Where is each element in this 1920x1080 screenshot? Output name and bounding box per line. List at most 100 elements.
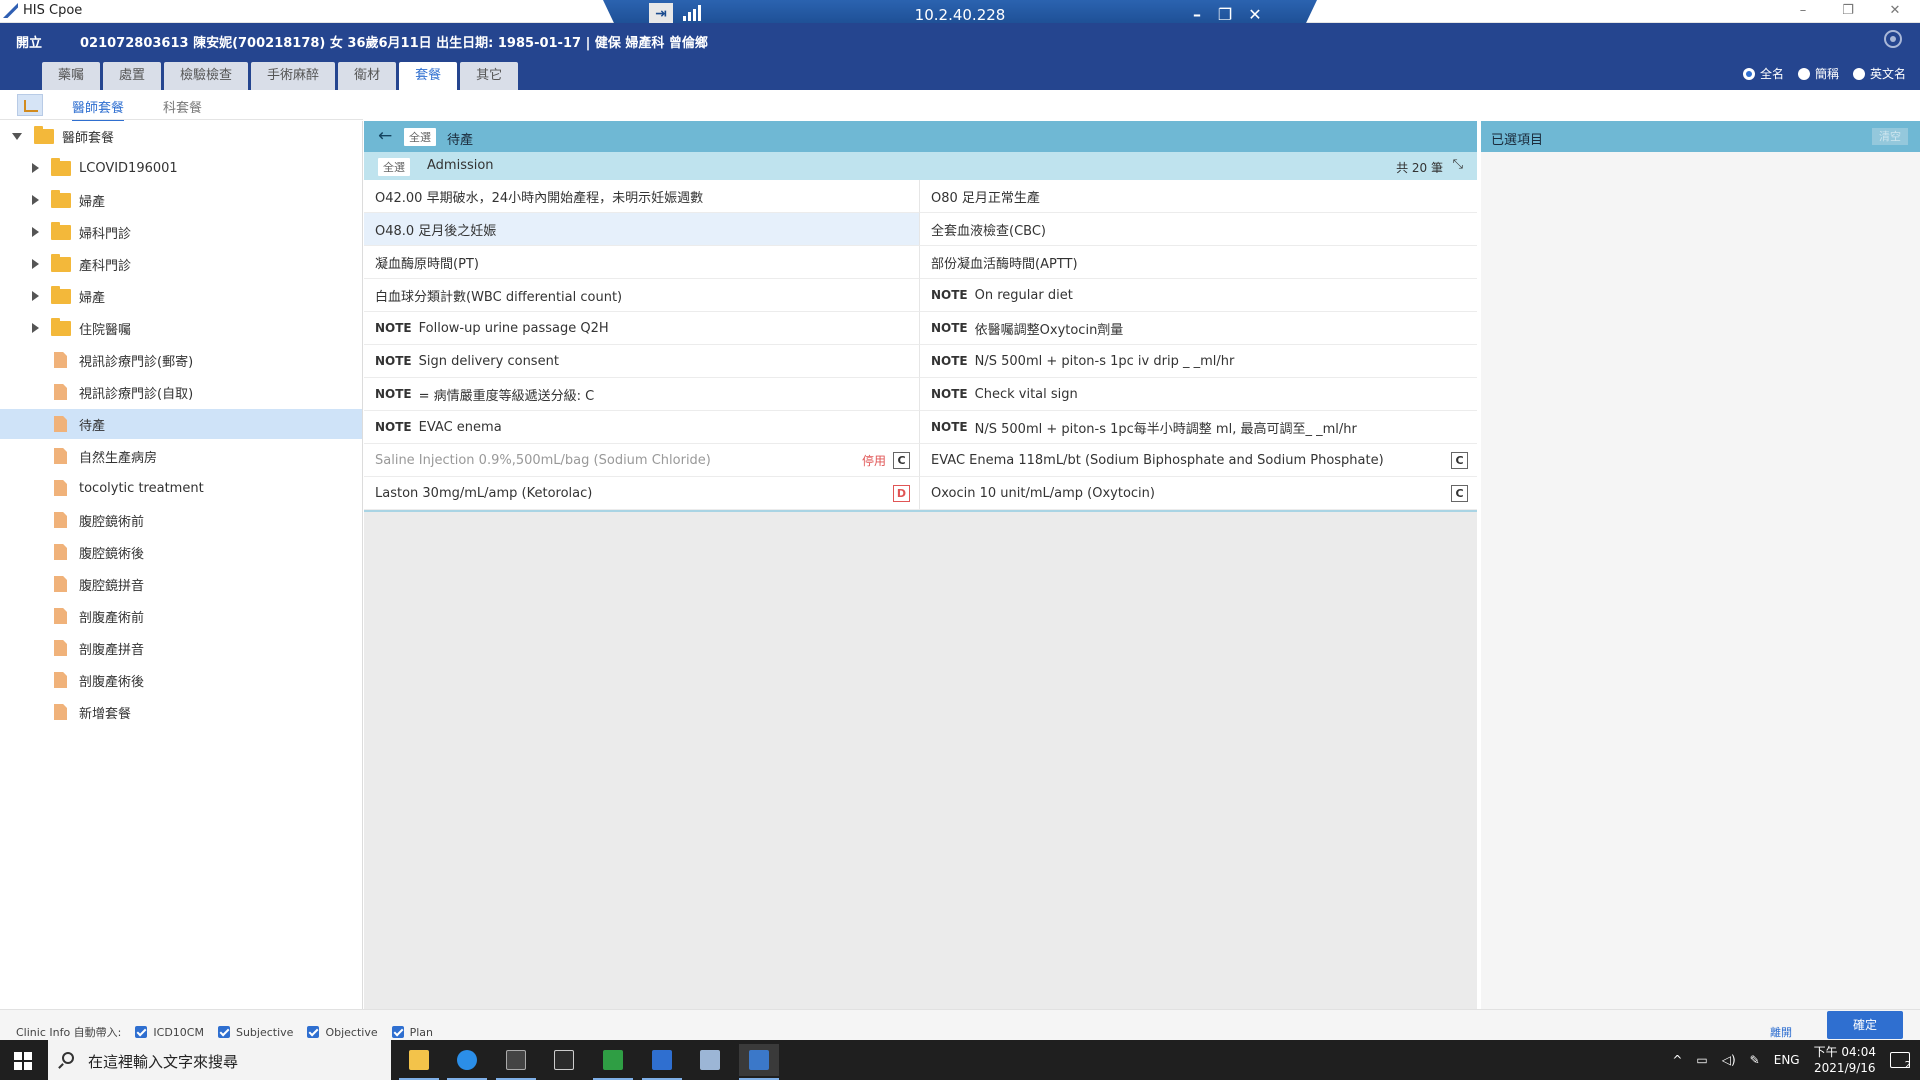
clock[interactable]: 下午 04:04 2021/9/16 <box>1814 1044 1876 1076</box>
expand-caret-icon[interactable] <box>32 227 39 237</box>
expand-caret-icon[interactable] <box>32 195 39 205</box>
tree-item[interactable]: 腹腔鏡術後 <box>0 537 362 567</box>
tree-item[interactable]: 剖腹產拼音 <box>0 633 362 663</box>
radio-shortname[interactable]: 簡稱 <box>1797 65 1839 82</box>
taskbar-search-input[interactable]: 在這裡輸入文字來搜尋 <box>48 1040 391 1080</box>
settings-gear-icon[interactable] <box>1884 30 1902 48</box>
tray-chevron-icon[interactable]: ^ <box>1672 1053 1682 1067</box>
package-contents: ← 全選 待產 全選 Admission 共 20 筆 ⤡ O42.00 早期破… <box>364 121 1477 1009</box>
section-select-all-chip[interactable]: 全選 <box>378 158 410 176</box>
order-item[interactable]: EVAC Enema 118mL/bt (Sodium Biphosphate … <box>920 444 1477 477</box>
notification-icon[interactable]: 2 <box>1890 1052 1911 1071</box>
order-item[interactable]: NOTE = 病情嚴重度等級遞送分級: C <box>364 378 920 411</box>
checkbox-objective[interactable] <box>307 1026 320 1038</box>
tree-label: 剖腹產術前 <box>79 610 145 626</box>
tree-item[interactable]: 自然生產病房 <box>0 441 362 471</box>
remote-app-icon[interactable] <box>690 1044 730 1076</box>
checkbox-icd10cm[interactable] <box>135 1026 148 1038</box>
tree-item[interactable]: 產科門診 <box>0 249 362 279</box>
tab-other[interactable]: 其它 <box>460 62 519 90</box>
order-item[interactable]: 凝血酶原時間(PT) <box>364 246 920 279</box>
media-player-icon[interactable] <box>642 1044 682 1080</box>
tree-item[interactable]: 視訊診療門診(自取) <box>0 377 362 407</box>
order-item[interactable]: Saline Injection 0.9%,500mL/bag (Sodium … <box>364 444 920 477</box>
tree-item[interactable]: 視訊診療門診(郵寄) <box>0 345 362 375</box>
tab-drug[interactable]: 藥囑 <box>42 62 101 90</box>
order-item[interactable]: NOTE On regular diet <box>920 279 1477 312</box>
order-item[interactable]: O48.0 足月後之妊娠 <box>364 213 920 246</box>
leave-button[interactable]: 離開 <box>1770 1024 1792 1040</box>
tree-item[interactable]: 婦產 <box>0 281 362 311</box>
close-button[interactable]: ✕ <box>1885 2 1905 20</box>
internet-explorer-icon[interactable] <box>447 1044 487 1080</box>
checkbox-subjective[interactable] <box>217 1026 230 1038</box>
order-item[interactable]: Oxocin 10 unit/mL/amp (Oxytocin) C <box>920 477 1477 510</box>
order-item[interactable]: 白血球分類計數(WBC differential count) <box>364 279 920 312</box>
tab-supplies[interactable]: 衛材 <box>338 62 397 90</box>
package-subtabs: 醫師套餐 科套餐 <box>0 90 363 122</box>
command-prompt-icon[interactable] <box>496 1044 536 1080</box>
tree-view-toggle-icon[interactable] <box>17 94 43 116</box>
collapse-caret-icon[interactable] <box>12 132 22 140</box>
tab-lab[interactable]: 檢驗檢查 <box>164 62 249 90</box>
order-item[interactable]: NOTE Sign delivery consent <box>364 345 920 378</box>
tree-item[interactable]: 婦科門診 <box>0 217 362 247</box>
tree-item[interactable]: 待產 <box>0 409 362 439</box>
terminal-icon[interactable] <box>544 1044 584 1076</box>
tree-item[interactable]: 腹腔鏡拼音 <box>0 569 362 599</box>
language-indicator[interactable]: ENG <box>1774 1053 1800 1067</box>
subtab-dept-package[interactable]: 科套餐 <box>163 97 202 120</box>
tree-item[interactable]: LCOVID196001 <box>0 153 362 183</box>
tree-root[interactable]: 醫師套餐 <box>0 121 362 151</box>
tree-item[interactable]: 新增套餐 <box>0 697 362 727</box>
radio-fullname[interactable]: 全名 <box>1742 65 1784 82</box>
order-item[interactable]: NOTE N/S 500ml + piton-s 1pc iv drip _ _m… <box>920 345 1477 378</box>
subtab-doctor-package[interactable]: 醫師套餐 <box>72 97 125 122</box>
expand-caret-icon[interactable] <box>32 291 39 301</box>
expand-caret-icon[interactable] <box>32 163 39 173</box>
order-item[interactable]: NOTE 依醫囑調整Oxytocin劑量 <box>920 312 1477 345</box>
confirm-button[interactable]: 確定 <box>1827 1011 1903 1039</box>
expand-caret-icon[interactable] <box>32 259 39 269</box>
his-login-icon[interactable] <box>593 1044 633 1080</box>
windows-start-icon[interactable] <box>14 1052 32 1070</box>
discontinued-tag: 停用 <box>861 453 886 468</box>
clear-button[interactable]: 清空 <box>1872 128 1908 145</box>
tree-item[interactable]: 住院醫囑 <box>0 313 362 343</box>
file-explorer-icon[interactable] <box>399 1044 439 1080</box>
back-arrow-icon[interactable]: ← <box>378 126 392 146</box>
minimize-button[interactable]: – <box>1793 2 1813 20</box>
select-all-chip[interactable]: 全選 <box>404 128 436 146</box>
order-item[interactable]: O80 足月正常生產 <box>920 180 1477 213</box>
tab-procedure[interactable]: 處置 <box>103 62 162 90</box>
breadcrumb: ← 全選 待產 <box>364 121 1477 152</box>
folder-icon <box>51 157 71 176</box>
his-cpoe-icon[interactable] <box>739 1044 779 1080</box>
tab-package[interactable]: 套餐 <box>399 62 458 90</box>
order-item[interactable]: 部份凝血活酶時間(APTT) <box>920 246 1477 279</box>
order-item[interactable]: NOTE Check vital sign <box>920 378 1477 411</box>
tree-item[interactable]: tocolytic treatment <box>0 473 362 503</box>
order-item[interactable]: O42.00 早期破水，24小時內開始產程，未明示妊娠週數 <box>364 180 920 213</box>
tab-surgery[interactable]: 手術麻醉 <box>251 62 336 90</box>
collapse-icon[interactable]: ⤡ <box>1453 157 1463 172</box>
expand-caret-icon[interactable] <box>32 323 39 333</box>
clock-date: 2021/9/16 <box>1814 1061 1876 1075</box>
radio-english[interactable]: 英文名 <box>1852 65 1906 82</box>
tree-item[interactable]: 腹腔鏡術前 <box>0 505 362 535</box>
network-icon[interactable]: ▭ <box>1696 1053 1707 1067</box>
tree-item[interactable]: 剖腹產術前 <box>0 601 362 631</box>
order-item[interactable]: NOTE N/S 500ml + piton-s 1pc每半小時調整 ml, 最高… <box>920 411 1477 444</box>
tree-item[interactable]: 剖腹產術後 <box>0 665 362 695</box>
order-item[interactable]: NOTE EVAC enema <box>364 411 920 444</box>
order-item[interactable]: Laston 30mg/mL/amp (Ketorolac) D <box>364 477 920 510</box>
order-item[interactable]: NOTE Follow-up urine passage Q2H <box>364 312 920 345</box>
volume-icon[interactable]: ◁) <box>1722 1053 1736 1067</box>
restore-button[interactable]: ❐ <box>1838 2 1858 20</box>
section-title: Admission <box>427 158 494 173</box>
tree-item[interactable]: 婦產 <box>0 185 362 215</box>
pen-icon[interactable]: ✎ <box>1750 1053 1760 1067</box>
order-item[interactable]: 全套血液檢查(CBC) <box>920 213 1477 246</box>
name-display-options: 全名 簡稱 英文名 <box>1742 65 1906 82</box>
checkbox-plan[interactable] <box>391 1026 404 1038</box>
